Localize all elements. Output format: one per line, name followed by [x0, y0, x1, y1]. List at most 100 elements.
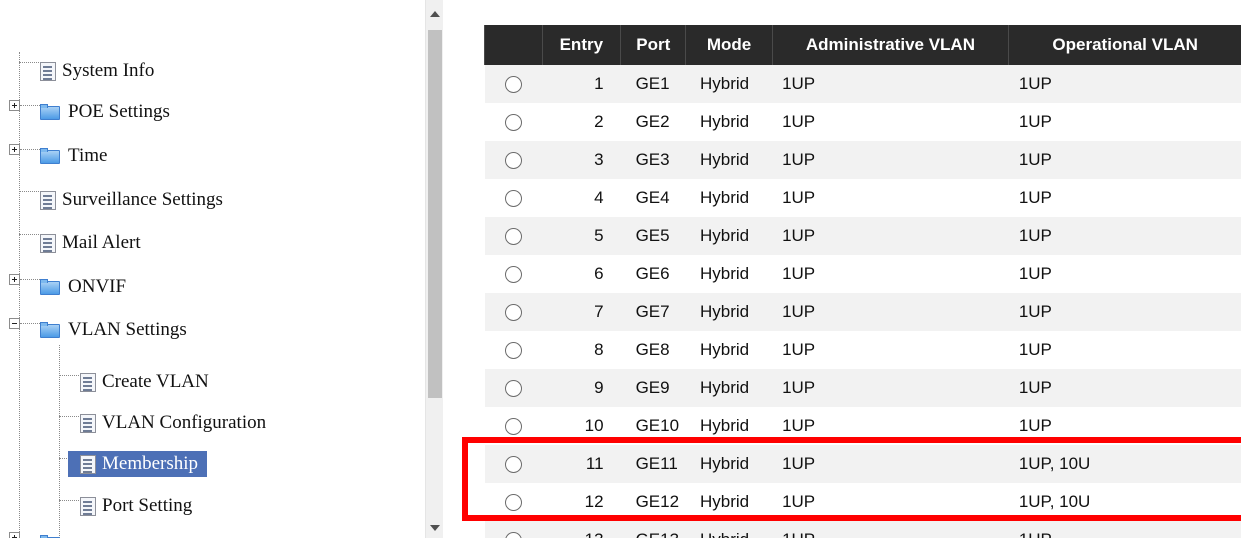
radio-cell — [485, 445, 543, 483]
table-row[interactable]: 4 GE4 Hybrid 1UP 1UP — [484, 179, 1241, 217]
row-select-radio[interactable] — [504, 304, 522, 322]
radio-cell — [485, 255, 543, 293]
nav-item-label: Mail Alert — [62, 232, 141, 253]
folder-icon — [40, 148, 62, 164]
table-row[interactable]: 6 GE6 Hybrid 1UP 1UP — [484, 255, 1241, 293]
scroll-down-arrow-icon[interactable] — [430, 525, 440, 531]
tree-connector — [19, 62, 39, 63]
row-select-radio[interactable] — [504, 456, 522, 474]
cell-operational-vlan: 1UP — [1018, 302, 1052, 321]
expand-icon[interactable] — [9, 274, 20, 285]
cell-operational-vlan: 1UP — [1009, 521, 1241, 538]
cell-mode: Hybrid — [699, 340, 750, 359]
table-row[interactable]: 1 GE1 Hybrid 1UP 1UP — [484, 65, 1241, 103]
row-select-radio[interactable] — [504, 76, 522, 94]
table-row[interactable]: 5 GE5 Hybrid 1UP 1UP — [484, 217, 1241, 255]
row-select-radio[interactable] — [504, 228, 522, 246]
row-select-radio[interactable] — [504, 114, 522, 132]
radio-cell — [485, 65, 543, 103]
nav-item-label: Membership — [99, 452, 202, 476]
nav-item-partial[interactable] — [40, 530, 65, 538]
cell-administrative-vlan: 1UP — [782, 340, 816, 359]
cell-port: GE9 — [635, 378, 670, 397]
nav-item-vlan-settings[interactable]: VLAN Settings — [40, 317, 190, 343]
radio-cell — [485, 103, 543, 141]
radio-cell — [485, 521, 543, 538]
radio-cell — [485, 141, 543, 179]
cell-entry: 11 — [585, 454, 604, 473]
cell-mode: Hybrid — [699, 226, 750, 245]
membership-table: Entry Port Mode Administrative VLAN Oper… — [484, 25, 1241, 538]
radio-cell — [485, 407, 543, 445]
table-header-row: Entry Port Mode Administrative VLAN Oper… — [484, 25, 1241, 65]
tree-connector — [59, 375, 79, 376]
table-row[interactable]: 3 GE3 Hybrid 1UP 1UP — [484, 141, 1241, 179]
cell-port: GE11 — [635, 454, 678, 473]
page-icon — [80, 496, 96, 516]
page-icon — [80, 454, 96, 474]
row-select-radio[interactable] — [504, 532, 522, 538]
cell-administrative-vlan: 1UP — [782, 378, 816, 397]
cell-entry: 1 — [594, 74, 604, 93]
nav-item-onvif[interactable]: ONVIF — [40, 274, 129, 300]
table-row[interactable]: 2 GE2 Hybrid 1UP 1UP — [484, 103, 1241, 141]
scrollbar-thumb[interactable] — [428, 30, 442, 398]
table-row[interactable]: 12 GE12 Hybrid 1UP 1UP, 10U — [484, 483, 1241, 521]
cell-operational-vlan: 1UP, 10U — [1018, 454, 1091, 473]
cell-entry: 6 — [594, 264, 604, 283]
expand-icon[interactable] — [9, 532, 20, 538]
scroll-up-arrow-icon[interactable] — [430, 11, 440, 17]
cell-entry: 10 — [584, 416, 604, 435]
header-mode: Mode — [685, 25, 773, 65]
row-select-radio[interactable] — [504, 418, 522, 436]
cell-administrative-vlan: 1UP — [782, 492, 816, 511]
nav-item-label: Create VLAN — [102, 371, 209, 392]
folder-open-icon — [40, 279, 62, 295]
table-row[interactable]: 9 GE9 Hybrid 1UP 1UP — [484, 369, 1241, 407]
nav-item-label: Surveillance Settings — [62, 189, 223, 210]
cell-administrative-vlan: 1UP — [782, 416, 816, 435]
cell-operational-vlan: 1UP — [1018, 150, 1052, 169]
cell-entry: 7 — [594, 302, 604, 321]
cell-administrative-vlan: 1UP — [782, 188, 816, 207]
table-row[interactable]: 11 GE11 Hybrid 1UP 1UP, 10U — [484, 445, 1241, 483]
radio-cell — [485, 293, 543, 331]
nav-item-poe-settings[interactable]: POE Settings — [40, 99, 173, 125]
expand-icon[interactable] — [9, 144, 20, 155]
cell-mode: Hybrid — [686, 521, 772, 538]
radio-cell — [485, 217, 543, 255]
cell-port: GE7 — [635, 302, 670, 321]
row-select-radio[interactable] — [504, 342, 522, 360]
row-select-radio[interactable] — [504, 152, 522, 170]
table-row[interactable]: 10 GE10 Hybrid 1UP 1UP — [484, 407, 1241, 445]
cell-port: GE10 — [635, 416, 680, 435]
nav-item-port-setting[interactable]: Port Setting — [80, 493, 195, 519]
row-select-radio[interactable] — [504, 380, 522, 398]
tree-connector — [20, 279, 40, 280]
cell-administrative-vlan: 1UP — [782, 74, 816, 93]
nav-item-mail-alert[interactable]: Mail Alert — [40, 230, 144, 256]
expand-icon[interactable] — [9, 100, 20, 111]
row-select-radio[interactable] — [504, 266, 522, 284]
row-select-radio[interactable] — [504, 190, 522, 208]
table-row[interactable]: 7 GE7 Hybrid 1UP 1UP — [484, 293, 1241, 331]
nav-item-create-vlan[interactable]: Create VLAN — [80, 369, 212, 395]
cell-port: GE13 — [621, 521, 686, 538]
nav-item-time[interactable]: Time — [40, 143, 110, 169]
table-row[interactable]: 8 GE8 Hybrid 1UP 1UP — [484, 331, 1241, 369]
row-select-radio[interactable] — [504, 494, 522, 512]
cell-administrative-vlan: 1UP — [782, 302, 816, 321]
nav-item-system-info[interactable]: System Info — [40, 58, 157, 84]
cell-entry: 4 — [594, 188, 604, 207]
cell-entry: 3 — [594, 150, 604, 169]
nav-item-membership[interactable]: Membership — [68, 451, 208, 477]
cell-operational-vlan: 1UP — [1018, 378, 1052, 397]
nav-item-label: Port Setting — [102, 495, 193, 516]
nav-item-vlan-configuration[interactable]: VLAN Configuration — [80, 410, 269, 436]
nav-item-surveillance-settings[interactable]: Surveillance Settings — [40, 187, 226, 213]
tree-connector — [20, 149, 40, 150]
table-row[interactable]: 13GE13Hybrid1UP1UP — [484, 521, 1241, 538]
header-administrative-vlan: Administrative VLAN — [771, 25, 1009, 65]
collapse-icon[interactable] — [9, 318, 20, 329]
vertical-scrollbar[interactable] — [425, 0, 443, 538]
